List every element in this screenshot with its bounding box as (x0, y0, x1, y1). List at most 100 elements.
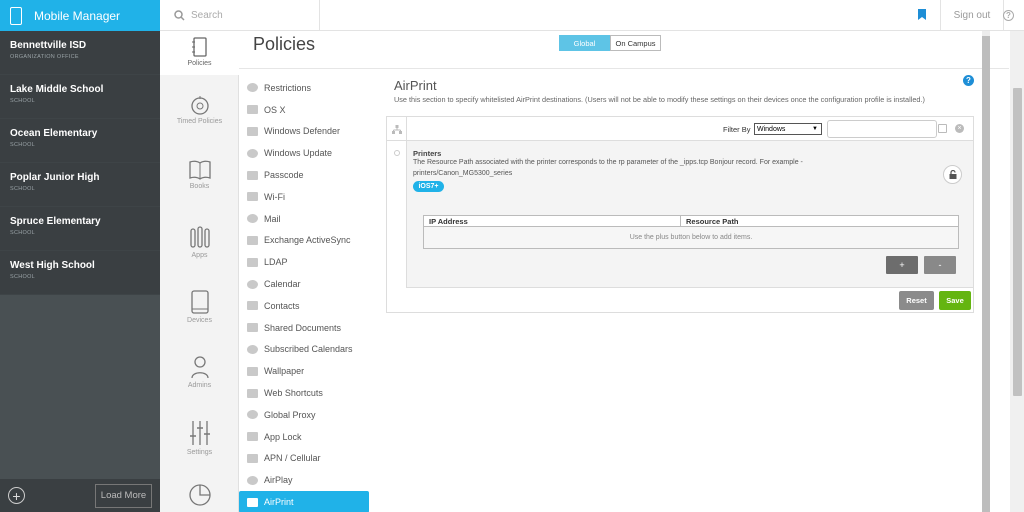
policy-item[interactable]: Calendar (239, 273, 369, 295)
org-name: Bennettville ISD (10, 40, 87, 51)
org-type: SCHOOL (10, 142, 36, 148)
save-button[interactable]: Save (939, 291, 971, 310)
dropdown-arrow-icon: ▼ (812, 126, 818, 132)
policy-item[interactable]: Shared Documents (239, 317, 369, 339)
policy-icon (247, 497, 258, 507)
policy-item[interactable]: Contacts (239, 295, 369, 317)
nav-label: Policies (187, 60, 212, 67)
scope-global-button[interactable]: Global (559, 35, 610, 51)
policy-icon (247, 388, 258, 398)
add-item-button[interactable]: + (886, 256, 918, 274)
org-name: Poplar Junior High (10, 172, 100, 183)
scope-on-campus-button[interactable]: On Campus (610, 35, 661, 51)
policy-icon (247, 235, 258, 245)
sign-out-link[interactable]: Sign out (940, 0, 1004, 31)
nav-reports[interactable] (160, 483, 239, 510)
organization-sidebar: Bennettville ISD ORGANIZATION OFFICE Lake … (0, 31, 160, 512)
scope-switch: Global On Campus (559, 35, 661, 51)
policy-label: Web Shortcuts (264, 388, 323, 399)
org-type: SCHOOL (10, 230, 36, 236)
expand-icon[interactable] (938, 124, 947, 133)
reset-button[interactable]: Reset (899, 291, 934, 310)
org-item[interactable]: Poplar Junior High SCHOOL (0, 163, 160, 207)
policy-item[interactable]: Windows Update (239, 142, 369, 164)
help-icon[interactable]: ? (963, 75, 974, 86)
mobile-device-icon (10, 6, 22, 25)
filter-search-input[interactable] (827, 120, 937, 138)
org-item[interactable]: Bennettville ISD ORGANIZATION OFFICE (0, 31, 160, 75)
panel-toolbar: Filter By Windows ▼ × (387, 117, 973, 141)
policy-item[interactable]: AirPrint (239, 491, 369, 512)
policy-item[interactable]: APN / Cellular (239, 448, 369, 470)
search-input[interactable]: Search (160, 0, 320, 31)
policy-item[interactable]: Passcode (239, 164, 369, 186)
policy-label: Calendar (264, 279, 301, 290)
nav-apps[interactable]: Apps (160, 225, 239, 259)
org-item[interactable]: Lake Middle School SCHOOL (0, 75, 160, 119)
nav-policies[interactable]: Policies (160, 31, 239, 75)
row-selector (387, 141, 407, 288)
remove-item-button[interactable]: - (924, 256, 956, 274)
policies-icon (191, 37, 207, 57)
bookmark-icon[interactable] (918, 9, 926, 20)
org-name: Spruce Elementary (10, 216, 101, 227)
nav-devices[interactable]: Devices (160, 290, 239, 324)
section-nav: Policies Timed Policies Books Apps Devic… (160, 31, 239, 512)
policy-item[interactable]: LDAP (239, 251, 369, 273)
policy-icon (247, 432, 258, 442)
policy-label: Windows Defender (264, 126, 341, 137)
policy-item[interactable]: OS X (239, 99, 369, 121)
section-description: Use this section to specify whitelisted … (394, 95, 925, 104)
org-item[interactable]: Spruce Elementary SCHOOL (0, 207, 160, 251)
policy-item[interactable]: AirPlay (239, 469, 369, 491)
policy-icon (247, 257, 258, 267)
lock-button[interactable] (943, 165, 962, 184)
add-organization-button[interactable]: + (8, 487, 25, 504)
policy-item[interactable]: Mail (239, 208, 369, 230)
nav-label: Books (189, 183, 210, 190)
policy-label: Windows Update (264, 148, 333, 159)
policy-icon (247, 214, 258, 224)
policy-item[interactable]: App Lock (239, 426, 369, 448)
app-brand[interactable]: Mobile Manager (0, 0, 160, 31)
content-scrollbar-thumb[interactable] (982, 36, 990, 512)
policy-icon (247, 279, 258, 289)
nav-settings[interactable]: Settings (160, 420, 239, 456)
policy-item[interactable]: Global Proxy (239, 404, 369, 426)
policy-label: Global Proxy (264, 409, 316, 420)
load-more-button[interactable]: Load More (95, 483, 152, 508)
nav-label: Admins (187, 382, 212, 389)
policy-item[interactable]: Wallpaper (239, 360, 369, 382)
policy-item[interactable]: Wi-Fi (239, 186, 369, 208)
policy-item[interactable]: Windows Defender (239, 121, 369, 143)
policy-item[interactable]: Web Shortcuts (239, 382, 369, 404)
policy-item[interactable]: Restrictions (239, 77, 369, 99)
nav-timed-policies[interactable]: Timed Policies (160, 95, 239, 125)
policy-label: Exchange ActiveSync (264, 235, 351, 246)
nav-books[interactable]: Books (160, 160, 239, 190)
printers-title: Printers (413, 149, 442, 158)
help-icon[interactable]: ? (1003, 10, 1014, 21)
policy-item[interactable]: Exchange ActiveSync (239, 230, 369, 252)
nav-label: Timed Policies (176, 118, 223, 125)
nav-admins[interactable]: Admins (160, 355, 239, 389)
policy-item[interactable]: Subscribed Calendars (239, 339, 369, 361)
column-header-ip-address[interactable]: IP Address (424, 216, 681, 226)
table-empty-message: Use the plus button below to add items. (424, 227, 958, 248)
app-title: Mobile Manager (34, 8, 121, 23)
page-title: Policies (253, 34, 316, 54)
devices-icon (190, 290, 209, 314)
policy-icon (247, 344, 258, 354)
page-scrollbar-thumb[interactable] (1013, 88, 1022, 396)
unlock-icon (949, 170, 956, 179)
row-radio[interactable] (394, 150, 400, 156)
org-item[interactable]: West High School SCHOOL (0, 251, 160, 295)
filter-label: Filter By (723, 125, 751, 134)
airprint-panel: Filter By Windows ▼ × Printers The Resou… (386, 116, 974, 313)
column-header-resource-path[interactable]: Resource Path (681, 216, 739, 226)
clear-icon[interactable]: × (955, 124, 964, 133)
filter-select[interactable]: Windows ▼ (754, 123, 822, 135)
org-item[interactable]: Ocean Elementary SCHOOL (0, 119, 160, 163)
hierarchy-icon[interactable] (387, 117, 407, 141)
nav-label: Settings (186, 449, 213, 456)
